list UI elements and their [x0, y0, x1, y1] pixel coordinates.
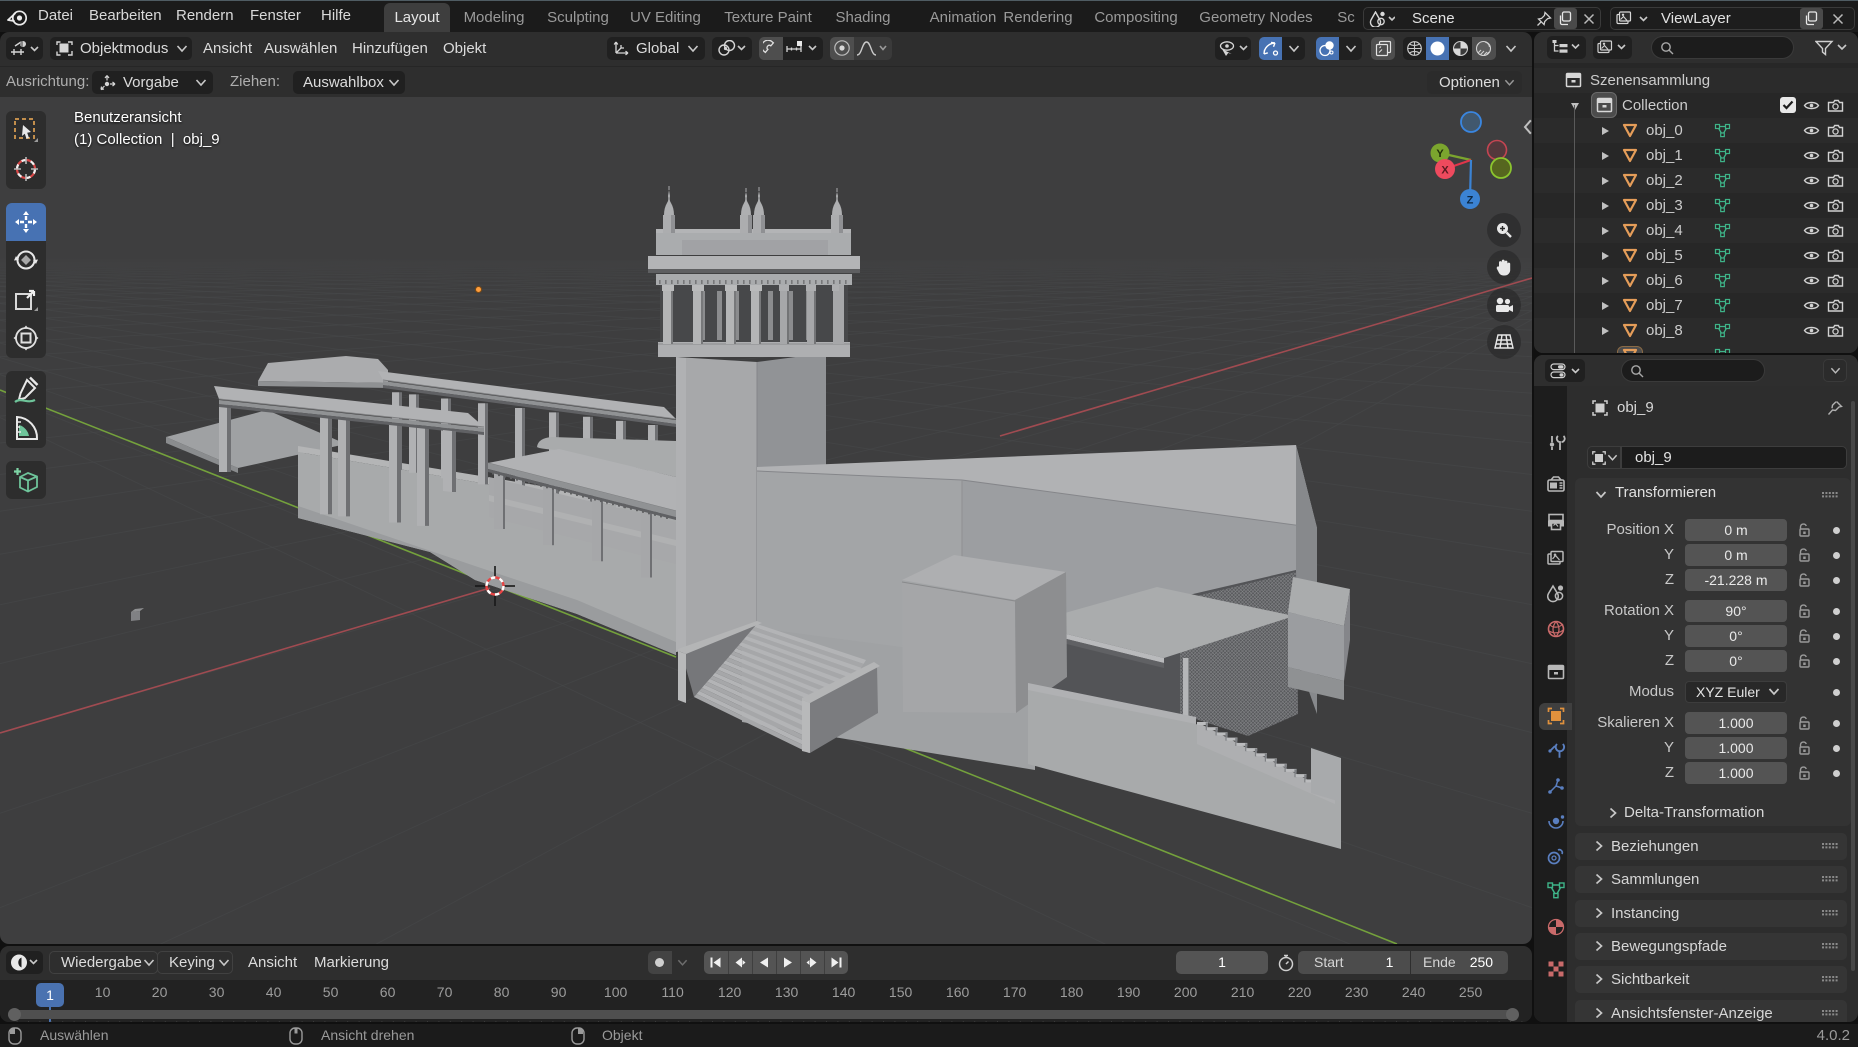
svg-text:Z: Z	[1467, 195, 1474, 207]
svg-text:Y: Y	[1436, 148, 1444, 160]
svg-text:X: X	[1441, 165, 1449, 177]
